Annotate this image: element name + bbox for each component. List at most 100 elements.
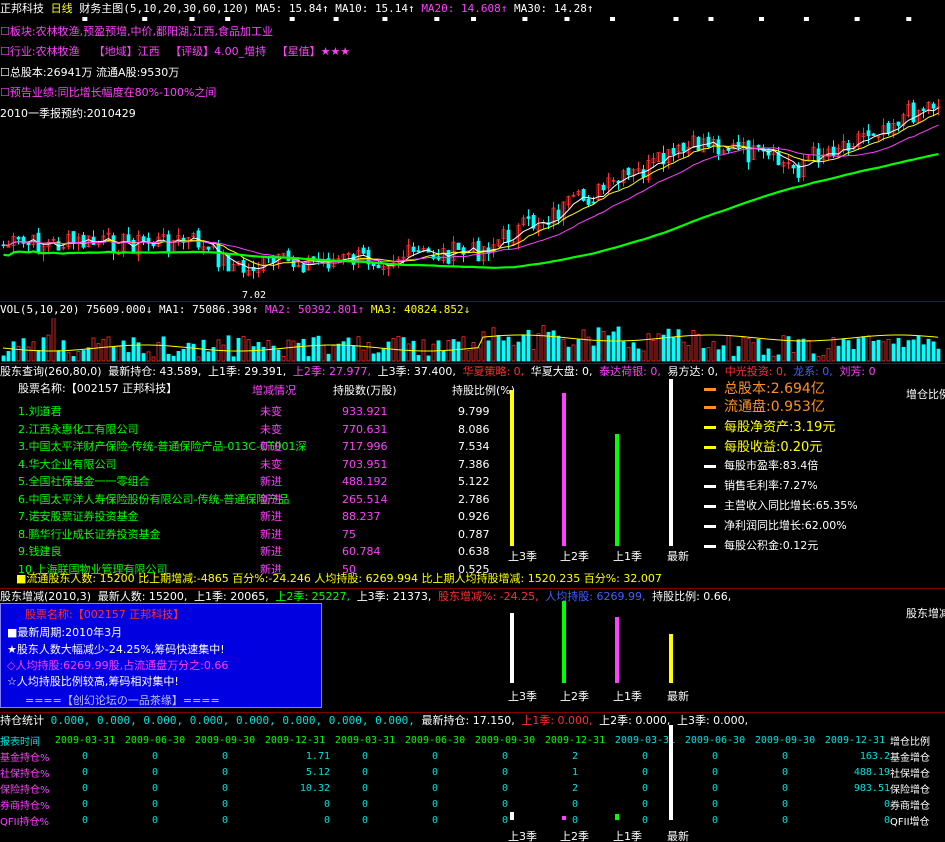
event-marker (708, 17, 714, 21)
volume-bar (151, 356, 156, 362)
holder-row-name: 4.华大企业有限公司 (18, 457, 117, 471)
volume-bar (696, 333, 701, 362)
volume-bar (36, 350, 41, 362)
holder-row-shares: 770.631 (342, 422, 388, 436)
bluebox-line1: ★股东人数大幅减少-24.25%,筹码快速集中! (7, 643, 225, 656)
candle-body (886, 122, 891, 134)
candle-body (921, 108, 926, 111)
quarter-label: 上3季 (508, 690, 537, 703)
volume-bar (551, 330, 556, 362)
candle-body (871, 133, 876, 136)
quarter-bar (669, 725, 673, 820)
volume-bar (456, 341, 461, 362)
table-right-header: 增仓比例 (890, 736, 930, 748)
volume-bar (181, 348, 186, 362)
volume-bar (381, 348, 386, 362)
holder-row-change: 未变 (260, 457, 282, 471)
volume-bar (11, 341, 16, 362)
candlestick-chart[interactable] (0, 0, 945, 300)
candle-body (791, 164, 796, 169)
table-date-header: 2009-06-30 (404, 734, 466, 746)
volume-bar (881, 341, 886, 362)
row-value: 0 (431, 814, 439, 826)
bluebox-title: 股票名称:【002157 正邦科技】 (25, 608, 185, 621)
metric-margin: 销售毛利率:7.27% (704, 477, 818, 493)
volume-bar (16, 345, 21, 362)
volume-bar (876, 339, 881, 362)
table-date-header: 2009-09-30 (474, 734, 536, 746)
row-value: 0 (711, 750, 719, 762)
volume-bar (666, 328, 671, 362)
volume-chart[interactable] (0, 318, 945, 362)
candle-body (831, 146, 836, 157)
volume-bar (861, 336, 866, 362)
holder-change-title[interactable]: 股东增减(2010,3) (0, 590, 91, 603)
volume-bar (176, 351, 181, 362)
volume-bar (621, 341, 626, 362)
volume-bar (916, 335, 921, 362)
low-price-marker: 7.02 (242, 290, 267, 301)
volume-bar (66, 352, 71, 362)
row-label: 社保持仓% (0, 768, 50, 780)
candle-body (111, 235, 116, 253)
volume-bar (566, 346, 571, 362)
candle-body (601, 184, 606, 191)
candle-body (556, 209, 561, 220)
volume-bar (71, 356, 76, 362)
row-value: 0 (151, 814, 159, 826)
row-value: 0 (501, 766, 509, 778)
row-value: 0 (431, 798, 439, 810)
row-value: 0 (81, 814, 89, 826)
candle-body (696, 136, 701, 151)
volume-bar (761, 354, 766, 362)
quarter-label: 上3季 (508, 830, 537, 842)
candle-body (376, 264, 381, 269)
table-row: 社保持仓% 0 0 0 5.12 0 0 0 1 0 0 0 488.19 社保增仓 (0, 764, 940, 780)
table-date-header: 2009-06-30 (124, 734, 186, 746)
row-value: 5.12 (305, 766, 330, 778)
volume-bar (586, 336, 591, 362)
candle-body (911, 102, 916, 123)
volume-bar (406, 343, 411, 362)
volume-bar (871, 340, 876, 362)
bluebox-line3: ☆人均持股比例较高,筹码相对集中! (7, 675, 179, 688)
volume-bar (431, 343, 436, 362)
quarter-bar (510, 812, 514, 820)
volume-bar (611, 331, 616, 362)
holder-row-change: 新进 (260, 492, 282, 506)
holder-row-ratio: 7.534 (458, 440, 490, 453)
volume-bar (926, 338, 931, 362)
row-value: 0 (781, 750, 789, 762)
event-marker (225, 17, 231, 21)
table-date-header: 2009-12-31 (264, 734, 326, 746)
quarter-bar (562, 816, 566, 820)
volume-bar (266, 340, 271, 362)
row-value: 0 (221, 798, 229, 810)
volume-label[interactable]: VOL(5,10,20) (0, 303, 79, 316)
volume-bar (636, 348, 641, 362)
event-marker (289, 17, 295, 21)
row-value: 0 (883, 798, 890, 810)
volume-bar (41, 337, 46, 362)
candle-body (931, 103, 936, 109)
candle-body (456, 242, 461, 251)
holders-query-title[interactable]: 股东查询(260,80,0) (0, 365, 102, 378)
candle-body (241, 260, 246, 273)
volume-bar (721, 345, 726, 362)
position-stats-values: 0.000, 0.000, 0.000, 0.000, 0.000, 0.000… (50, 714, 415, 727)
volume-bar (206, 351, 211, 362)
volume-bar (511, 344, 516, 362)
volume-bar (741, 337, 746, 362)
row-value: 0 (323, 798, 330, 810)
event-marker (610, 17, 616, 21)
volume-ma3: MA3: 40824.852↓ (370, 303, 471, 316)
candle-body (526, 216, 531, 219)
bluebox-line2: ◇人均持股:6269.99股,占流通盘万分之:0.66 (7, 659, 229, 672)
volume-bar (886, 338, 891, 362)
row-value: 0 (711, 782, 719, 794)
volume-bar (401, 337, 406, 362)
position-stats-title[interactable]: 持仓统计 (0, 714, 44, 727)
table-date-header: 2009-12-31 (544, 734, 606, 746)
candle-body (586, 198, 591, 205)
holder-row-name: 8.鹏华行业成长证券投资基金 (18, 527, 161, 541)
